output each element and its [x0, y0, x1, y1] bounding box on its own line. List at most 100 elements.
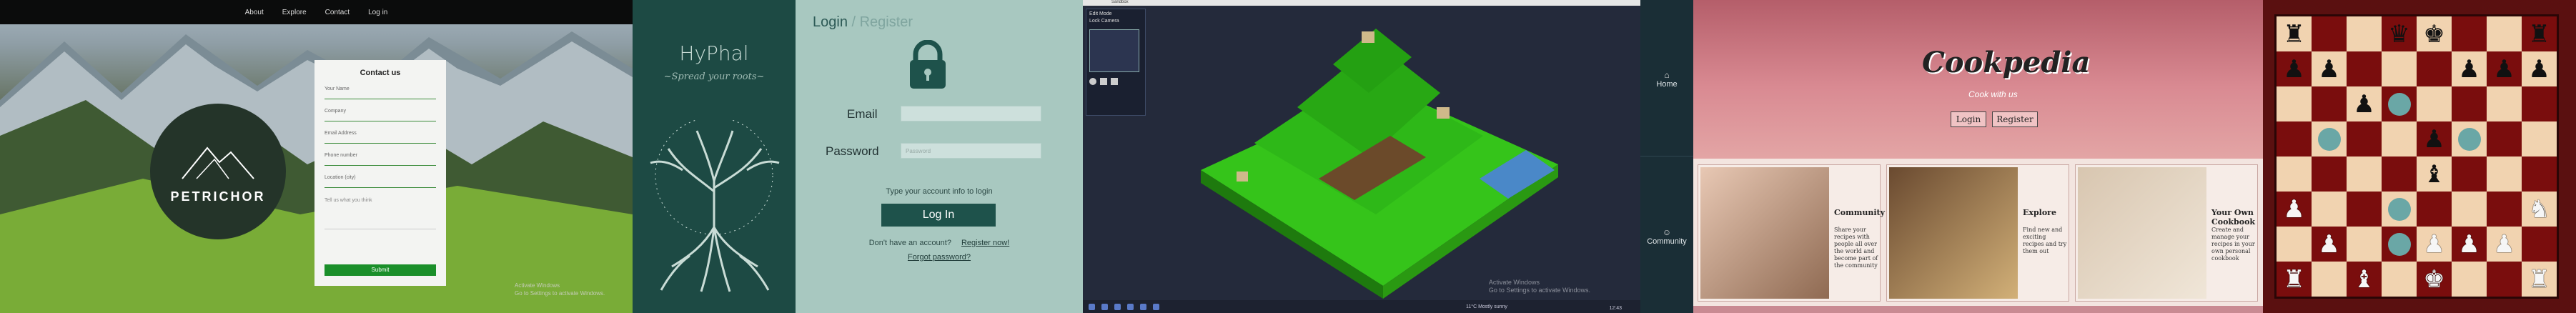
chess-square[interactable]: ♟: [2312, 227, 2347, 262]
location-field[interactable]: Location (city): [325, 174, 436, 188]
white-pawn-icon[interactable]: ♟: [2423, 232, 2444, 257]
chess-square[interactable]: [2312, 16, 2347, 51]
chess-square[interactable]: [2312, 121, 2347, 156]
chess-square[interactable]: ♟: [2452, 227, 2487, 262]
chess-square[interactable]: [2277, 121, 2312, 156]
white-pawn-icon[interactable]: ♟: [2493, 232, 2515, 257]
chess-square[interactable]: ♟: [2277, 51, 2312, 86]
login-button[interactable]: Login: [1951, 111, 1986, 127]
chess-square[interactable]: ♜: [2522, 16, 2557, 51]
black-pawn-icon[interactable]: ♟: [2458, 57, 2480, 81]
chess-square[interactable]: [2522, 227, 2557, 262]
search-icon[interactable]: [1101, 303, 1108, 310]
white-pawn-icon[interactable]: ♟: [2318, 232, 2339, 257]
move-hint-icon[interactable]: [2317, 127, 2341, 151]
email-field[interactable]: Email Address: [325, 129, 436, 144]
chess-square[interactable]: [2347, 51, 2382, 86]
black-king-icon[interactable]: ♚: [2423, 22, 2444, 46]
name-field[interactable]: Your Name: [325, 85, 436, 99]
white-king-icon[interactable]: ♚: [2423, 267, 2444, 292]
chess-square[interactable]: ♟: [2347, 86, 2382, 121]
chess-square[interactable]: ♟: [2487, 227, 2522, 262]
white-rook-icon[interactable]: ♜: [2528, 267, 2550, 292]
chess-square[interactable]: ♜: [2277, 262, 2312, 297]
chess-square[interactable]: ♛: [2382, 16, 2417, 51]
chess-square[interactable]: [2452, 16, 2487, 51]
chess-square[interactable]: [2452, 86, 2487, 121]
chess-square[interactable]: [2277, 227, 2312, 262]
feature-card[interactable]: Community Share your recipes with people…: [1698, 164, 1885, 302]
chess-square[interactable]: ♝: [2347, 262, 2382, 297]
chess-square[interactable]: [2347, 192, 2382, 227]
black-pawn-icon[interactable]: ♟: [2528, 57, 2550, 81]
chess-square[interactable]: [2382, 86, 2417, 121]
chess-square[interactable]: ♞: [2522, 192, 2557, 227]
forgot-password-link[interactable]: Forgot password?: [796, 253, 1083, 262]
chess-square[interactable]: [2382, 262, 2417, 297]
message-field[interactable]: Tell us what you think: [325, 198, 436, 229]
app-icon[interactable]: [1153, 303, 1159, 310]
black-pawn-icon[interactable]: ♟: [2353, 92, 2374, 116]
chess-square[interactable]: [2487, 262, 2522, 297]
register-link[interactable]: Register now!: [961, 239, 1009, 247]
sidebar-item-home[interactable]: Home: [1640, 80, 1693, 89]
chess-square[interactable]: ♟: [2417, 121, 2452, 156]
chess-square[interactable]: [2382, 51, 2417, 86]
chess-square[interactable]: [2417, 86, 2452, 121]
chess-square[interactable]: ♟: [2277, 192, 2312, 227]
nav-contact[interactable]: Contact: [325, 9, 350, 16]
chess-square[interactable]: [2277, 86, 2312, 121]
chess-square[interactable]: [2487, 121, 2522, 156]
white-bishop-icon[interactable]: ♝: [2353, 267, 2374, 292]
chess-square[interactable]: [2487, 156, 2522, 192]
email-input[interactable]: [901, 106, 1041, 121]
chess-square[interactable]: ♟: [2487, 51, 2522, 86]
black-queen-icon[interactable]: ♛: [2388, 22, 2409, 46]
black-bishop-icon[interactable]: ♝: [2423, 162, 2444, 187]
chess-square[interactable]: [2347, 227, 2382, 262]
register-button[interactable]: Register: [1992, 111, 2038, 127]
white-pawn-icon[interactable]: ♟: [2283, 197, 2304, 222]
chess-square[interactable]: [2522, 86, 2557, 121]
phone-field[interactable]: Phone number: [325, 151, 436, 166]
white-rook-icon[interactable]: ♜: [2283, 267, 2304, 292]
chess-square[interactable]: [2312, 86, 2347, 121]
black-pawn-icon[interactable]: ♟: [2493, 57, 2515, 81]
move-hint-icon[interactable]: [2387, 92, 2411, 116]
feature-card[interactable]: Your Own Cookbook Create and manage your…: [2075, 164, 2258, 302]
chess-square[interactable]: [2417, 51, 2452, 86]
chess-square[interactable]: ♟: [2452, 51, 2487, 86]
chess-square[interactable]: [2487, 86, 2522, 121]
chess-square[interactable]: [2382, 121, 2417, 156]
chess-square[interactable]: [2312, 156, 2347, 192]
company-field[interactable]: Company: [325, 107, 436, 121]
black-rook-icon[interactable]: ♜: [2528, 22, 2550, 46]
black-pawn-icon[interactable]: ♟: [2283, 57, 2304, 81]
feature-card[interactable]: Explore Find new and exciting recipes an…: [1886, 164, 2069, 302]
black-pawn-icon[interactable]: ♟: [2423, 127, 2444, 151]
chess-square[interactable]: [2487, 16, 2522, 51]
chess-square[interactable]: [2277, 156, 2312, 192]
chess-square[interactable]: ♜: [2277, 16, 2312, 51]
chess-square[interactable]: [2382, 192, 2417, 227]
chess-square[interactable]: [2347, 121, 2382, 156]
move-hint-icon[interactable]: [2387, 232, 2411, 256]
chess-square[interactable]: ♟: [2312, 51, 2347, 86]
chess-square[interactable]: [2452, 121, 2487, 156]
white-pawn-icon[interactable]: ♟: [2458, 232, 2480, 257]
chess-square[interactable]: ♜: [2522, 262, 2557, 297]
chess-square[interactable]: [2347, 156, 2382, 192]
login-button[interactable]: Log In: [881, 204, 996, 227]
chess-square[interactable]: [2312, 262, 2347, 297]
password-input[interactable]: Password: [901, 143, 1041, 159]
explorer-icon[interactable]: [1114, 303, 1121, 310]
browser-icon[interactable]: [1127, 303, 1134, 310]
chess-square[interactable]: [2487, 192, 2522, 227]
nav-explore[interactable]: Explore: [282, 9, 307, 16]
start-icon[interactable]: [1089, 303, 1095, 310]
chess-square[interactable]: [2452, 156, 2487, 192]
chess-square[interactable]: [2452, 192, 2487, 227]
submit-button[interactable]: Submit: [325, 264, 436, 276]
chess-square[interactable]: ♟: [2417, 227, 2452, 262]
chess-square[interactable]: [2417, 192, 2452, 227]
